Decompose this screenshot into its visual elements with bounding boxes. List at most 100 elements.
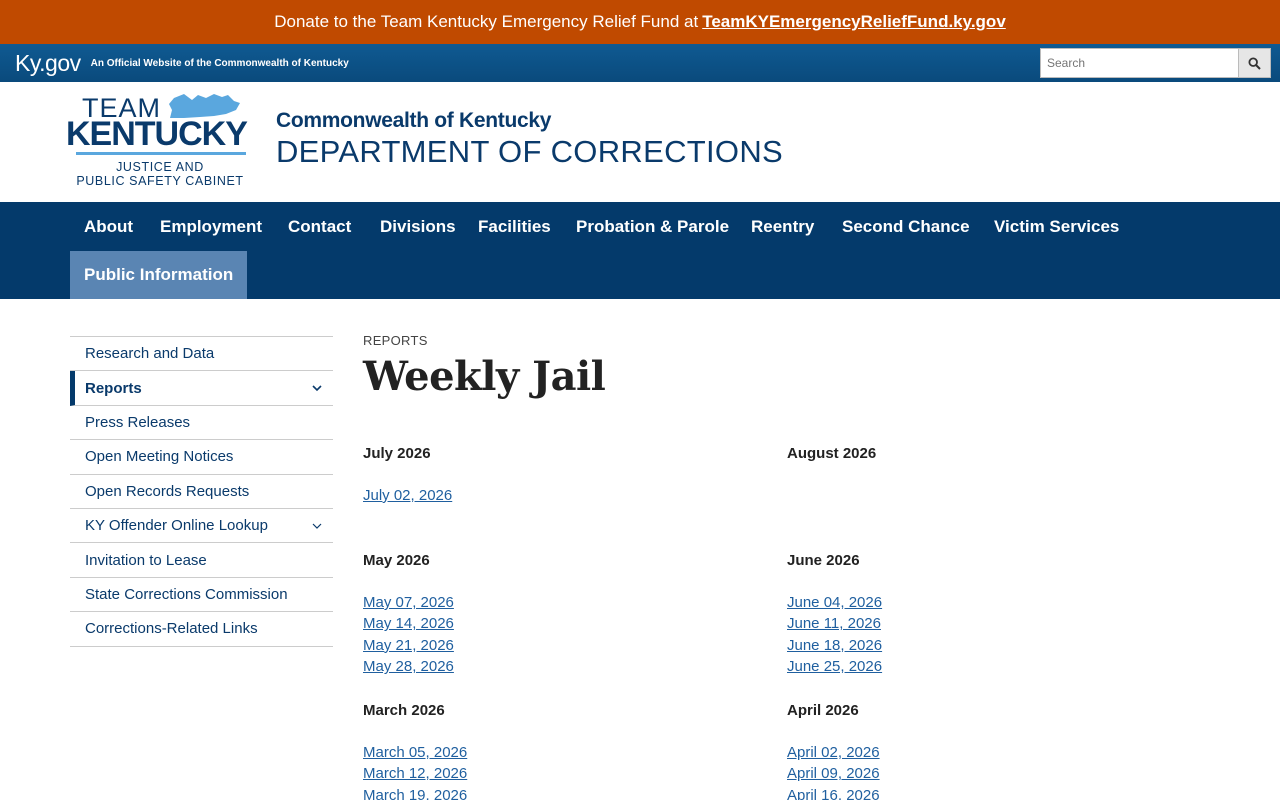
agency-name[interactable]: Commonwealth of Kentucky DEPARTMENT OF C… — [276, 109, 783, 170]
report-link[interactable]: March 05, 2026 — [363, 744, 467, 761]
donate-banner: Donate to the Team Kentucky Emergency Re… — [0, 0, 1280, 44]
sidebar-item-open-meeting-notices[interactable]: Open Meeting Notices — [70, 440, 333, 475]
nav-reentry[interactable]: Reentry — [737, 203, 828, 251]
sidebar-item-label: Open Records Requests — [85, 482, 250, 500]
sidebar-item-label: Reports — [85, 379, 142, 397]
report-link[interactable]: March 12, 2026 — [363, 765, 467, 782]
month-heading: July 2026 — [363, 445, 431, 462]
list-item: May 14, 2026 — [363, 615, 723, 636]
report-link-list: July 02, 2026 — [363, 487, 723, 508]
page-title: Weekly Jail — [363, 353, 606, 400]
month-block: July 2026 July 02, 2026 — [363, 445, 723, 508]
report-link-list: April 02, 2026 April 09, 2026 April 16, … — [787, 744, 1147, 800]
sidebar-item-invitation-to-lease[interactable]: Invitation to Lease — [70, 543, 333, 578]
month-block: March 2026 March 05, 2026 March 12, 2026… — [363, 702, 723, 800]
logo-kentucky: KENTUCKY — [66, 115, 248, 153]
report-link[interactable]: June 11, 2026 — [787, 615, 881, 632]
nav-employment[interactable]: Employment — [146, 203, 276, 251]
report-link[interactable]: May 07, 2026 — [363, 594, 454, 611]
month-heading: August 2026 — [787, 445, 877, 462]
list-item: March 12, 2026 — [363, 765, 723, 786]
report-link-list: May 07, 2026 May 14, 2026 May 21, 2026 M… — [363, 594, 723, 680]
sidebar-item-label: Research and Data — [85, 345, 215, 363]
nav-about[interactable]: About — [70, 203, 147, 251]
sidebar-item-label: Press Releases — [85, 413, 191, 431]
sidebar-nav: Research and Data Reports Press Releases… — [70, 336, 333, 647]
list-item: May 07, 2026 — [363, 594, 723, 615]
nav-public-information[interactable]: Public Information — [70, 251, 248, 299]
list-item: July 02, 2026 — [363, 487, 723, 508]
nav-facilities[interactable]: Facilities — [464, 203, 565, 251]
month-heading: March 2026 — [363, 702, 445, 719]
report-link[interactable]: June 25, 2026 — [787, 658, 882, 675]
sidebar-item-label: KY Offender Online Lookup — [85, 517, 268, 535]
list-item: April 02, 2026 — [787, 744, 1147, 765]
chevron-down-icon[interactable] — [311, 382, 323, 394]
month-heading: April 2026 — [787, 702, 859, 719]
report-link[interactable]: April 09, 2026 — [787, 765, 880, 782]
list-item: June 18, 2026 — [787, 637, 1147, 658]
nav-second-chance[interactable]: Second Chance — [828, 203, 984, 251]
report-link[interactable]: May 14, 2026 — [363, 615, 454, 632]
team-kentucky-logo[interactable]: TEAM KENTUCKY JUSTICE AND PUBLIC SAFETY … — [66, 92, 256, 190]
month-block: August 2026 — [787, 445, 1147, 466]
report-link[interactable]: May 28, 2026 — [363, 658, 454, 675]
kygov-bar: Ky.gov An Official Website of the Common… — [0, 44, 1280, 82]
donate-link[interactable]: TeamKYEmergencyReliefFund.ky.gov — [702, 12, 1006, 32]
main-content: REPORTS Weekly Jail — [363, 330, 1223, 400]
list-item: June 04, 2026 — [787, 594, 1147, 615]
list-item: March 05, 2026 — [363, 744, 723, 765]
list-item: June 25, 2026 — [787, 658, 1147, 679]
month-block: June 2026 June 04, 2026 June 11, 2026 Ju… — [787, 552, 1147, 680]
month-block: May 2026 May 07, 2026 May 14, 2026 May 2… — [363, 552, 723, 680]
chevron-down-icon[interactable] — [311, 520, 323, 532]
search-button[interactable] — [1239, 48, 1271, 78]
month-heading: June 2026 — [787, 552, 860, 569]
donate-text: Donate to the Team Kentucky Emergency Re… — [274, 12, 699, 31]
report-link-list: June 04, 2026 June 11, 2026 June 18, 202… — [787, 594, 1147, 680]
month-block: April 2026 April 02, 2026 April 09, 2026… — [787, 702, 1147, 800]
sidebar-item-reports[interactable]: Reports — [70, 371, 333, 406]
search-icon — [1248, 56, 1261, 70]
report-link[interactable]: April 02, 2026 — [787, 744, 880, 761]
list-item: March 19, 2026 — [363, 787, 723, 800]
report-link[interactable]: May 21, 2026 — [363, 637, 454, 654]
sidebar-item-press-releases[interactable]: Press Releases — [70, 406, 333, 441]
list-item: June 11, 2026 — [787, 615, 1147, 636]
report-link[interactable]: July 02, 2026 — [363, 487, 452, 504]
list-item: May 28, 2026 — [363, 658, 723, 679]
agency-line1: Commonwealth of Kentucky — [276, 109, 552, 132]
month-heading: May 2026 — [363, 552, 430, 569]
logo-divider — [76, 152, 246, 155]
sidebar-item-offender-lookup[interactable]: KY Offender Online Lookup — [70, 509, 333, 544]
main-nav: About Employment Contact Divisions Facil… — [0, 202, 1280, 299]
kygov-search — [1040, 48, 1271, 78]
report-link[interactable]: June 04, 2026 — [787, 594, 882, 611]
sidebar-item-open-records-requests[interactable]: Open Records Requests — [70, 475, 333, 509]
nav-contact[interactable]: Contact — [274, 203, 365, 251]
list-item: May 21, 2026 — [363, 637, 723, 658]
report-link-list: March 05, 2026 March 12, 2026 March 19, … — [363, 744, 723, 800]
nav-divisions[interactable]: Divisions — [366, 203, 470, 251]
search-input[interactable] — [1040, 48, 1239, 78]
sidebar-item-label: State Corrections Commission — [85, 585, 288, 603]
report-link[interactable]: June 18, 2026 — [787, 637, 882, 654]
agency-line2: DEPARTMENT OF CORRECTIONS — [276, 134, 783, 169]
sidebar-item-label: Open Meeting Notices — [85, 448, 234, 466]
kygov-tagline: An Official Website of the Commonwealth … — [90, 57, 349, 69]
sidebar-item-label: Corrections-Related Links — [85, 620, 258, 638]
report-link[interactable]: March 19, 2026 — [363, 787, 467, 800]
nav-victim-services[interactable]: Victim Services — [980, 203, 1133, 251]
sidebar-item-research-and-data[interactable]: Research and Data — [70, 337, 333, 372]
sidebar-item-label: Invitation to Lease — [85, 551, 207, 569]
sidebar-item-corrections-related-links[interactable]: Corrections-Related Links — [70, 612, 333, 647]
breadcrumb-eyebrow: REPORTS — [363, 333, 428, 348]
sidebar-item-state-corrections-commission[interactable]: State Corrections Commission — [70, 578, 333, 613]
logo-cabinet-line2: PUBLIC SAFETY CABINET — [76, 174, 243, 188]
logo-cabinet-line1: JUSTICE AND — [116, 160, 204, 174]
report-link[interactable]: April 16, 2026 — [787, 787, 880, 800]
kygov-logo[interactable]: Ky.gov — [15, 50, 81, 77]
list-item: April 09, 2026 — [787, 765, 1147, 786]
site-header: TEAM KENTUCKY JUSTICE AND PUBLIC SAFETY … — [0, 82, 1280, 202]
nav-probation-parole[interactable]: Probation & Parole — [562, 203, 743, 251]
